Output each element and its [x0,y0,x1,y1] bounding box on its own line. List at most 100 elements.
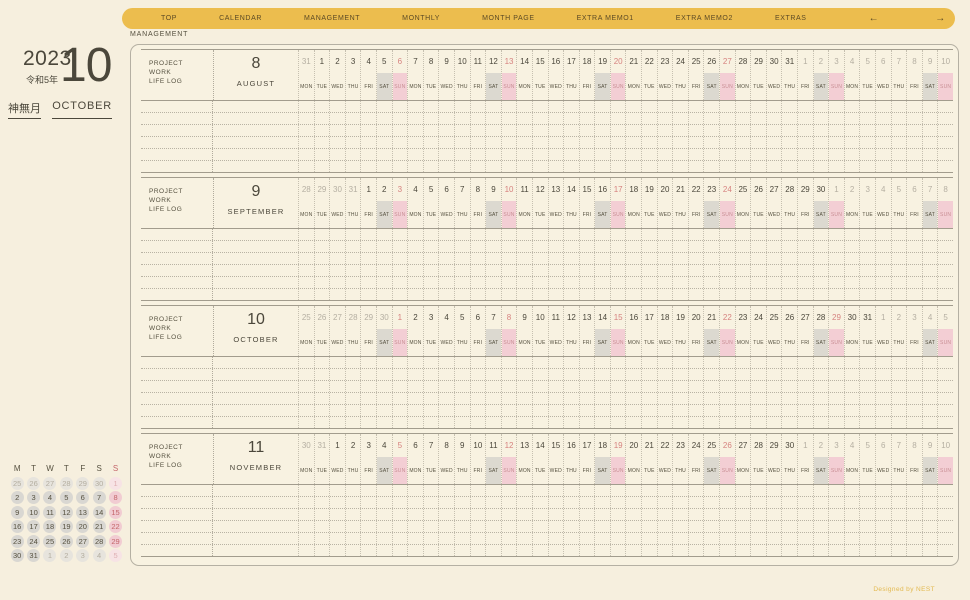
date-column[interactable]: 3TUE [423,306,439,356]
date-column[interactable]: 2THU [345,434,361,484]
nav-item-management[interactable]: MANAGEMENT [283,15,381,22]
date-column[interactable]: 27FRI [797,306,813,356]
date-column[interactable]: 5SUN [937,306,953,356]
date-column[interactable]: 6FRI [906,178,922,228]
date-column[interactable]: 21MON [625,50,641,100]
date-column[interactable]: 3SUN [828,50,844,100]
date-column[interactable]: 21SAT [703,306,719,356]
date-column[interactable]: 24THU [672,50,688,100]
date-column[interactable]: 6SUN [392,50,408,100]
date-column[interactable]: 3SUN [392,178,408,228]
date-column[interactable]: 1TUE [314,50,330,100]
date-column[interactable]: 17TUE [641,306,657,356]
date-column[interactable]: 7SAT [922,178,938,228]
date-column[interactable]: 25WED [766,306,782,356]
date-column[interactable]: 5THU [891,178,907,228]
date-column[interactable]: 2MON [407,306,423,356]
date-column[interactable]: 6WED [438,178,454,228]
date-column[interactable]: 10TUE [532,306,548,356]
date-column[interactable]: 7SAT [485,306,501,356]
mini-cal-date[interactable]: 30 [11,549,24,562]
date-column[interactable]: 31THU [345,178,361,228]
date-column[interactable]: 16WED [548,50,564,100]
date-column[interactable]: 31TUE [314,434,330,484]
date-column[interactable]: 10SUN [937,50,953,100]
date-column[interactable]: 25MON [298,306,314,356]
date-column[interactable]: 4WED [875,178,891,228]
date-column[interactable]: 27WED [766,178,782,228]
mini-cal-date[interactable]: 25 [43,535,56,548]
date-column[interactable]: 23SAT [703,178,719,228]
date-column[interactable]: 13FRI [579,306,595,356]
date-column[interactable]: 14TUE [532,434,548,484]
date-column[interactable]: 30THU [781,434,797,484]
nav-item-top[interactable]: TOP [140,15,198,22]
date-column[interactable]: 9WED [438,50,454,100]
date-column[interactable]: 8WED [438,434,454,484]
mini-cal-date[interactable]: 11 [43,506,56,519]
mini-cal-date[interactable]: 26 [27,477,40,490]
date-column[interactable]: 13WED [548,178,564,228]
date-column[interactable]: 6WED [875,434,891,484]
date-column[interactable]: 25FRI [688,50,704,100]
date-column[interactable]: 26THU [781,306,797,356]
date-column[interactable]: 30SAT [376,306,392,356]
date-column[interactable]: 6FRI [470,306,486,356]
date-column[interactable]: 4MON [407,178,423,228]
mini-cal-date[interactable]: 31 [27,549,40,562]
date-column[interactable]: 8FRI [906,434,922,484]
mini-cal-date[interactable]: 3 [27,491,40,504]
date-column[interactable]: 4MON [844,434,860,484]
mini-cal-date[interactable]: 12 [60,506,73,519]
date-column[interactable]: 18SAT [594,434,610,484]
date-column[interactable]: 24TUE [750,306,766,356]
date-column[interactable]: 1SUN [392,306,408,356]
date-column[interactable]: 2WED [329,50,345,100]
date-column[interactable]: 18WED [657,306,673,356]
date-column[interactable]: 9MON [516,306,532,356]
nav-item-calendar[interactable]: CALENDAR [198,15,283,22]
date-column[interactable]: 2SAT [376,178,392,228]
mini-cal-date[interactable]: 1 [109,477,122,490]
mini-cal-date[interactable]: 7 [93,491,106,504]
date-column[interactable]: 28SAT [813,306,829,356]
date-column[interactable]: 11FRI [470,50,486,100]
mini-cal-date[interactable]: 23 [11,535,24,548]
date-column[interactable]: 30WED [329,178,345,228]
mini-cal-date[interactable]: 8 [109,491,122,504]
mini-cal-date[interactable]: 14 [93,506,106,519]
date-column[interactable]: 12SUN [501,434,517,484]
date-column[interactable]: 2SAT [813,434,829,484]
date-column[interactable]: 31TUE [859,306,875,356]
date-column[interactable]: 22WED [657,434,673,484]
date-column[interactable]: 5THU [454,306,470,356]
date-column[interactable]: 2THU [891,306,907,356]
date-column[interactable]: 12SAT [485,50,501,100]
mini-cal-date[interactable]: 29 [76,477,89,490]
mini-cal-date[interactable]: 29 [109,535,122,548]
mini-cal-date[interactable]: 18 [43,520,56,533]
date-column[interactable]: 12THU [563,306,579,356]
date-column[interactable]: 31THU [781,50,797,100]
date-column[interactable]: 27MON [735,434,751,484]
date-column[interactable]: 26TUE [314,306,330,356]
date-column[interactable]: 20WED [657,178,673,228]
nav-item-monthly[interactable]: MONTHLY [381,15,461,22]
date-column[interactable]: 15TUE [532,50,548,100]
date-column[interactable]: 29TUE [314,178,330,228]
date-column[interactable]: 4SAT [376,434,392,484]
date-column[interactable]: 9SAT [922,50,938,100]
mini-cal-date[interactable]: 27 [43,477,56,490]
date-column[interactable]: 3SUN [828,434,844,484]
date-column[interactable]: 14THU [563,178,579,228]
mini-cal-date[interactable]: 6 [76,491,89,504]
date-column[interactable]: 28MON [735,50,751,100]
date-column[interactable]: 6MON [407,434,423,484]
date-column[interactable]: 4FRI [360,50,376,100]
date-column[interactable]: 29FRI [360,306,376,356]
mini-cal-date[interactable]: 19 [60,520,73,533]
mini-cal-date[interactable]: 27 [76,535,89,548]
date-column[interactable]: 4WED [438,306,454,356]
date-column[interactable]: 25SAT [703,434,719,484]
date-column[interactable]: 27SUN [719,50,735,100]
